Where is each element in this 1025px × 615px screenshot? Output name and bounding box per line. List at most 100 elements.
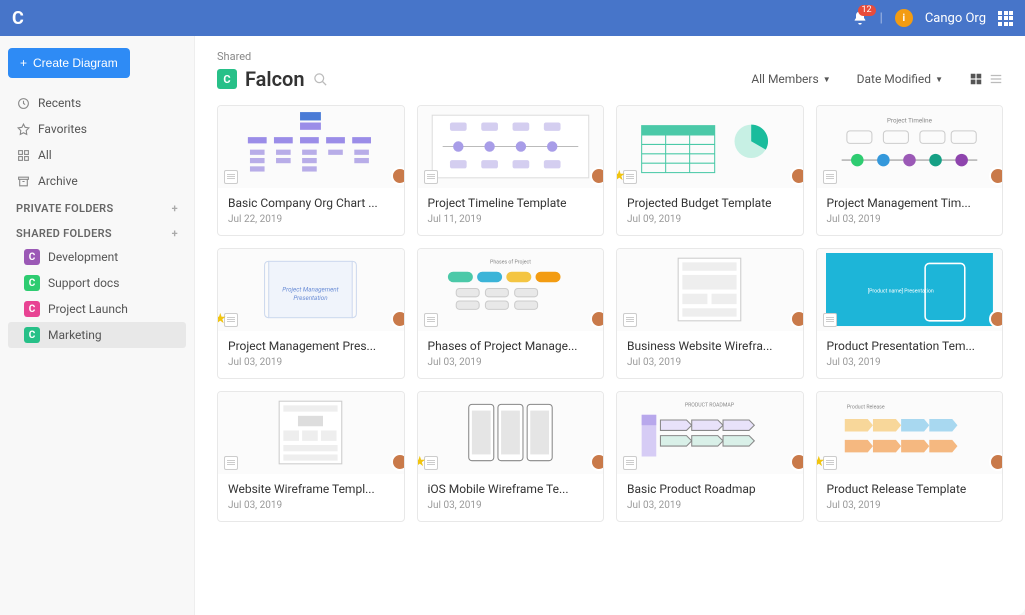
card-thumbnail (218, 392, 404, 474)
apps-grid-icon[interactable] (998, 11, 1013, 26)
doc-type-icon (623, 456, 637, 470)
owner-avatar (790, 453, 804, 471)
shared-folders-header: SHARED FOLDERS + (8, 219, 186, 244)
diagram-card[interactable]: Project Timeline Project Management Tim..… (816, 105, 1004, 236)
diagram-card[interactable]: ★iOS Mobile Wireframe Te... Jul 03, 2019 (417, 391, 605, 522)
folder-badge-icon: C (24, 301, 40, 317)
grid-icon (16, 148, 30, 162)
diagram-card[interactable]: Website Wireframe Templ...Jul 03, 2019 (217, 391, 405, 522)
owner-avatar (590, 310, 604, 328)
chevron-down-icon: ▼ (823, 75, 831, 84)
star-icon: ★ (217, 311, 227, 327)
nav-archive[interactable]: Archive (8, 168, 186, 194)
folder-label: Development (48, 250, 118, 264)
nav-recents[interactable]: Recents (8, 90, 186, 116)
card-date: Jul 03, 2019 (827, 214, 993, 225)
diagram-card[interactable]: PRODUCT ROADMAPBasic Product RoadmapJul … (616, 391, 804, 522)
folder-item[interactable]: C Development (8, 244, 186, 270)
card-title: Project Management Pres... (228, 339, 394, 353)
folder-label: Marketing (48, 328, 102, 342)
notifications-button[interactable]: 12 (852, 10, 868, 26)
card-thumbnail (418, 106, 604, 188)
search-icon[interactable] (313, 72, 328, 87)
card-title: Project Management Tim... (827, 196, 993, 210)
list-view-icon[interactable] (989, 72, 1003, 86)
svg-text:Project Timeline: Project Timeline (887, 117, 933, 125)
folder-item[interactable]: C Marketing (8, 322, 186, 348)
card-title: Basic Product Roadmap (627, 482, 793, 496)
nav-label: All (38, 148, 52, 162)
owner-avatar (391, 310, 405, 328)
svg-text:Product Release: Product Release (847, 405, 885, 411)
dropdown-label: Date Modified (857, 72, 931, 86)
card-title: Projected Budget Template (627, 196, 793, 210)
svg-text:PRODUCT ROADMAP: PRODUCT ROADMAP (685, 403, 735, 409)
nav-favorites[interactable]: Favorites (8, 116, 186, 142)
folder-badge-icon: C (24, 327, 40, 343)
diagram-card[interactable]: Business Website Wirefra...Jul 03, 2019 (616, 248, 804, 379)
owner-avatar (989, 167, 1003, 185)
card-thumbnail: Project ManagementPresentation★ (218, 249, 404, 331)
folder-item[interactable]: CSupport docs (8, 270, 186, 296)
card-title: iOS Mobile Wireframe Te... (428, 482, 594, 496)
doc-type-icon (424, 313, 438, 327)
svg-text:Phases of Project: Phases of Project (490, 259, 531, 266)
org-name[interactable]: Cango Org (925, 11, 986, 26)
diagram-card[interactable]: ★Projected Budget Template Jul 09, 2019 (616, 105, 804, 236)
create-diagram-button[interactable]: + Create Diagram (8, 48, 130, 78)
divider: | (880, 11, 883, 26)
svg-text:Presentation: Presentation (294, 294, 329, 302)
card-thumbnail: ★ (617, 106, 803, 188)
sidebar: + Create Diagram Recents Favorites All A… (0, 36, 195, 615)
svg-text:[Product name] Presentation: [Product name] Presentation (868, 288, 934, 295)
owner-avatar (989, 310, 1003, 328)
card-date: Jul 03, 2019 (228, 500, 394, 511)
diagram-card[interactable]: Basic Company Org Chart ... Jul 22, 2019 (217, 105, 405, 236)
card-thumbnail: Phases of Project (418, 249, 604, 331)
owner-avatar (790, 310, 804, 328)
diagram-card[interactable]: Project Timeline Template Jul 11, 2019 (417, 105, 605, 236)
card-date: Jul 11, 2019 (428, 214, 594, 225)
folder-item[interactable]: CProject Launch (8, 296, 186, 322)
card-date: Jul 22, 2019 (228, 214, 394, 225)
sort-dropdown[interactable]: Date Modified ▼ (857, 72, 943, 86)
owner-avatar (590, 167, 604, 185)
diagram-card[interactable]: Product Release★Product Release Template… (816, 391, 1004, 522)
diagram-card[interactable]: Phases of ProjectPhases of Project Manag… (417, 248, 605, 379)
breadcrumb[interactable]: Shared (217, 50, 1003, 63)
nav-label: Archive (38, 174, 78, 188)
card-title: Product Presentation Tem... (827, 339, 993, 353)
grid-view-icon[interactable] (969, 72, 983, 86)
card-title: Project Timeline Template (428, 196, 594, 210)
card-thumbnail: ★ (418, 392, 604, 474)
card-thumbnail: Project Timeline (817, 106, 1003, 188)
folder-badge-icon: C (24, 249, 40, 265)
card-date: Jul 03, 2019 (228, 357, 394, 368)
section-label: SHARED FOLDERS (16, 227, 112, 240)
owner-avatar (391, 167, 405, 185)
doc-type-icon (224, 170, 238, 184)
card-thumbnail (218, 106, 404, 188)
add-shared-folder[interactable]: + (172, 227, 178, 240)
members-filter[interactable]: All Members ▼ (751, 72, 830, 86)
card-date: Jul 03, 2019 (428, 500, 594, 511)
star-icon: ★ (816, 454, 826, 470)
add-private-folder[interactable]: + (172, 202, 178, 215)
diagram-card[interactable]: [Product name] Presentation Product Prese… (816, 248, 1004, 379)
nav-all[interactable]: All (8, 142, 186, 168)
app-logo[interactable]: C (12, 8, 24, 29)
archive-icon (16, 174, 30, 188)
private-folders-header: PRIVATE FOLDERS + (8, 194, 186, 219)
chevron-down-icon: ▼ (935, 75, 943, 84)
top-bar: C 12 | i Cango Org (0, 0, 1025, 36)
card-date: Jul 03, 2019 (827, 357, 993, 368)
star-icon: ★ (616, 168, 626, 184)
main-content: Shared C Falcon All Members ▼ Date Modif… (195, 36, 1025, 615)
diagram-card[interactable]: Project ManagementPresentation★Project M… (217, 248, 405, 379)
clock-icon (16, 96, 30, 110)
card-date: Jul 09, 2019 (627, 214, 793, 225)
star-icon: ★ (417, 454, 427, 470)
owner-avatar (989, 453, 1003, 471)
card-title: Basic Company Org Chart ... (228, 196, 394, 210)
org-avatar[interactable]: i (895, 9, 913, 27)
